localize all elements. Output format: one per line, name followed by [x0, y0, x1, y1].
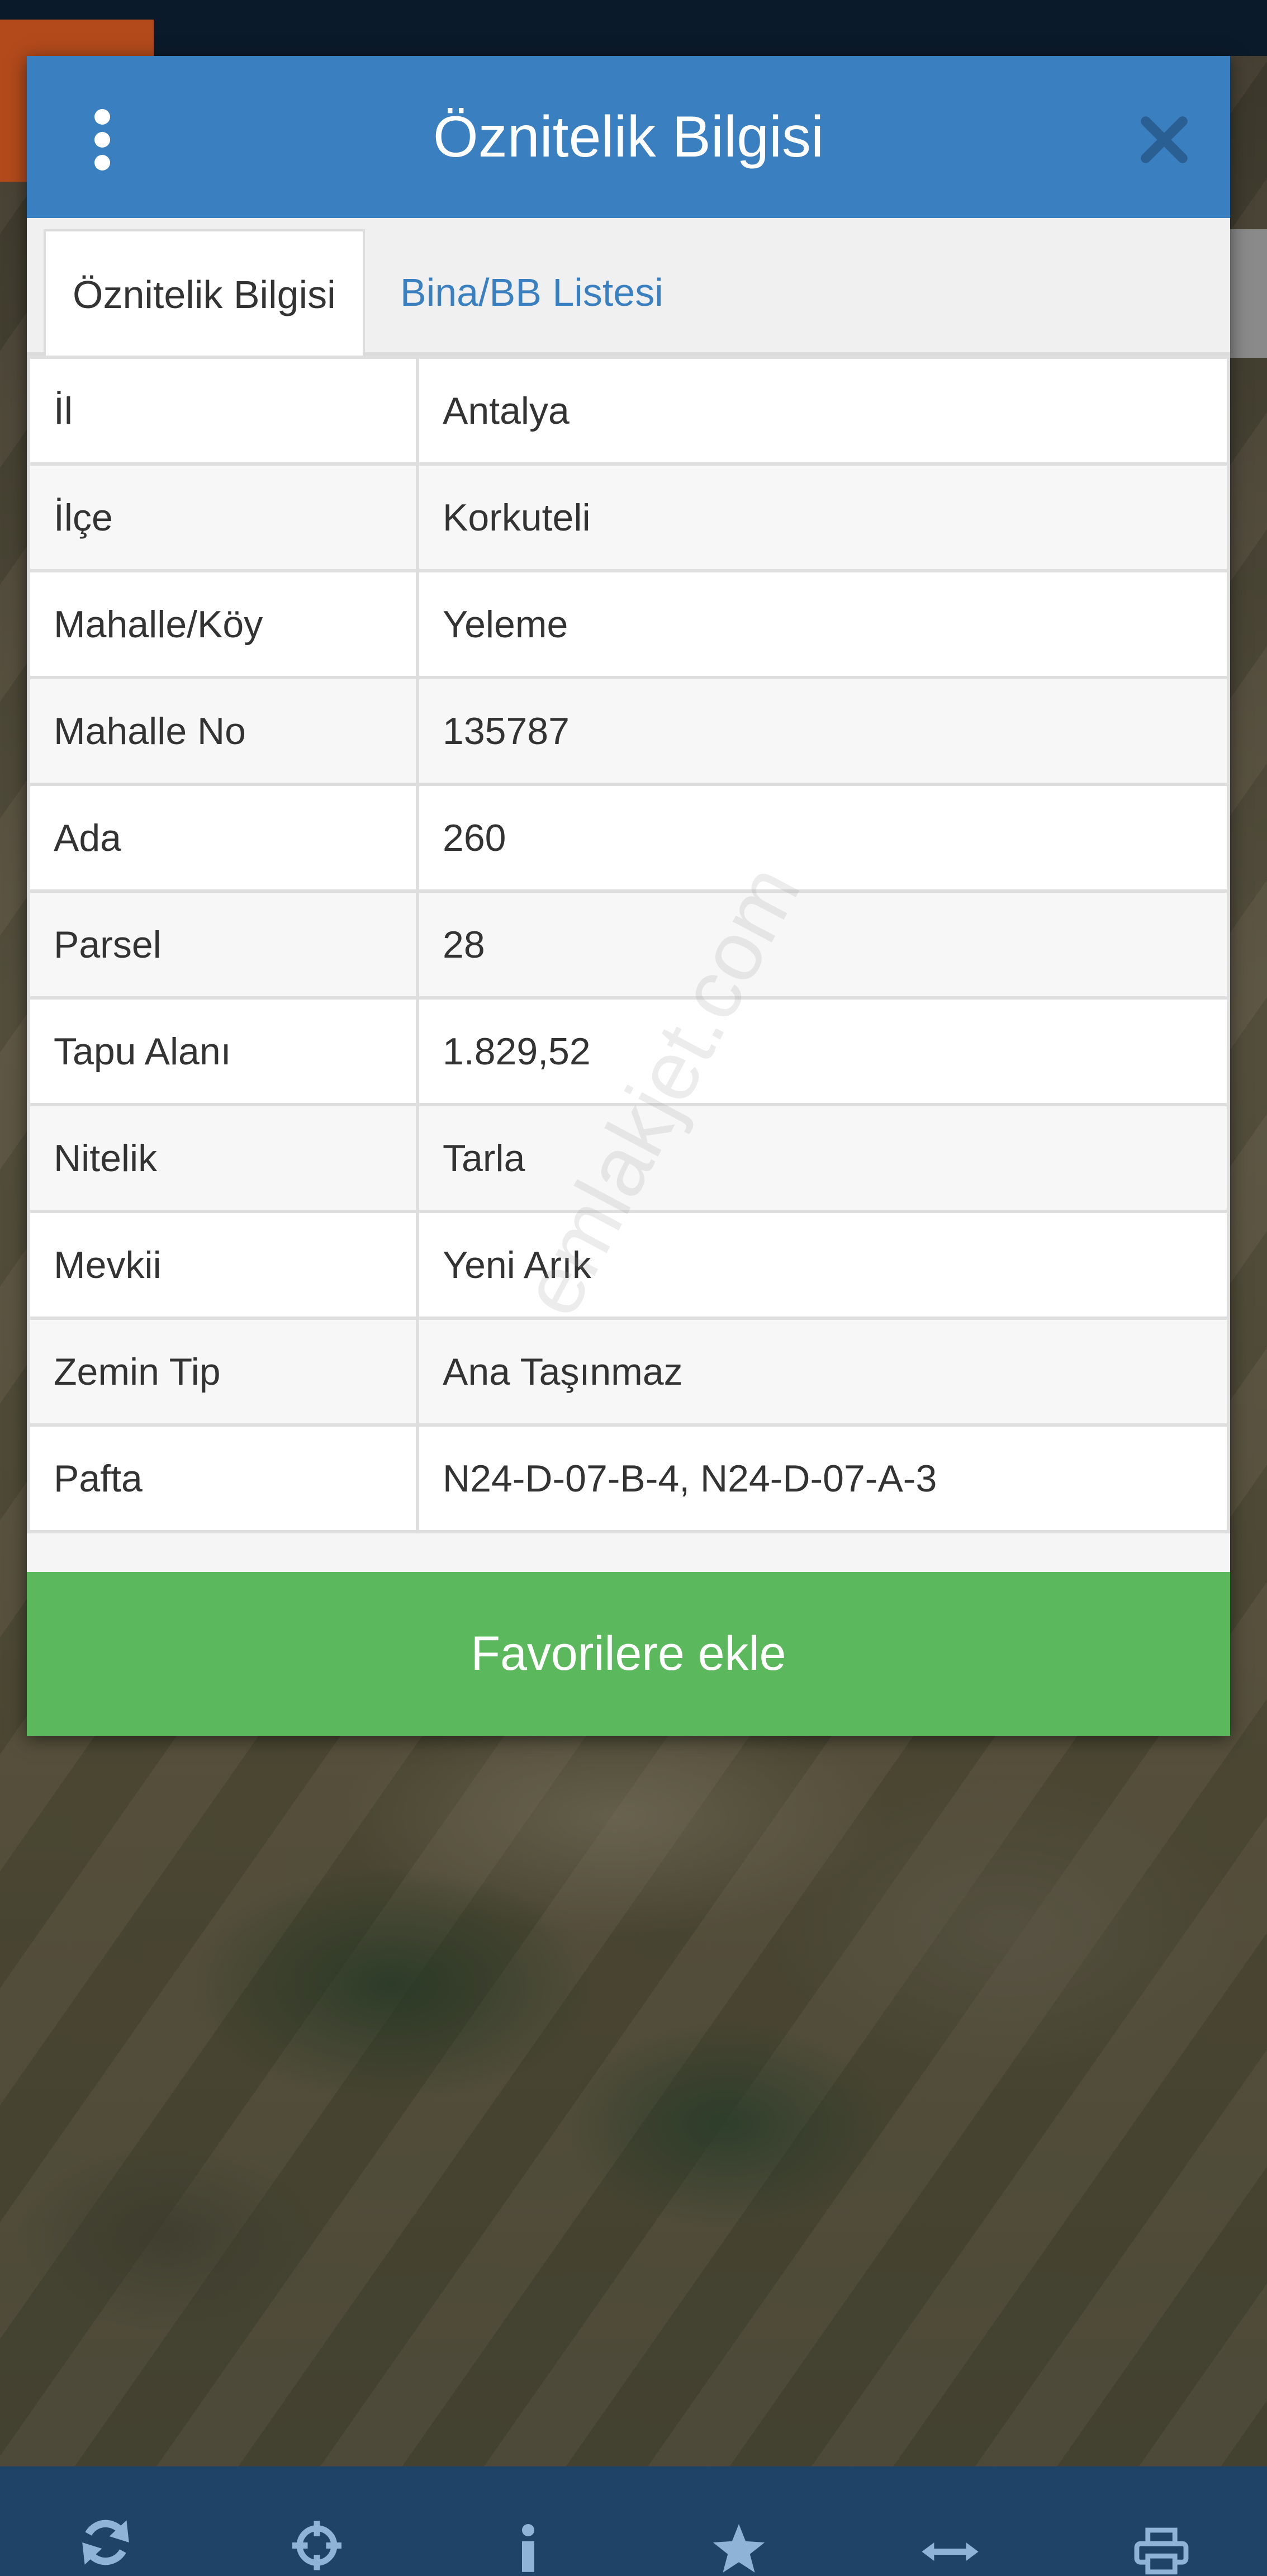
info-icon[interactable]	[492, 2492, 564, 2576]
top-status-bar	[0, 0, 1267, 56]
map-right-control[interactable]	[1228, 229, 1267, 358]
attribute-value: Yeleme	[416, 569, 1230, 679]
attribute-value: 260	[416, 783, 1230, 893]
attribute-key: Parsel	[27, 889, 419, 1000]
table-row: Ada 260	[27, 783, 1230, 893]
attribute-value: N24-D-07-B-4, N24-D-07-A-3	[416, 1423, 1230, 1533]
attribute-value: 28	[416, 889, 1230, 1000]
attribute-key: Pafta	[27, 1423, 419, 1533]
attribute-value: Ana Taşınmaz	[416, 1317, 1230, 1427]
locate-crosshair-icon[interactable]	[281, 2492, 353, 2576]
table-row: Zemin Tip Ana Taşınmaz	[27, 1317, 1230, 1427]
attribute-key: İl	[27, 356, 419, 466]
attribute-value: Tarla	[416, 1103, 1230, 1213]
attribute-key: Mahalle/Köy	[27, 569, 419, 679]
measure-arrows-icon[interactable]	[914, 2492, 986, 2576]
dialog-header: Öznitelik Bilgisi	[27, 56, 1230, 218]
attribute-key: Mahalle No	[27, 676, 419, 786]
attribute-info-dialog: Öznitelik Bilgisi Öznitelik Bilgisi Bina…	[27, 56, 1230, 1736]
attribute-key: Mevkii	[27, 1210, 419, 1320]
table-row: Parsel 28	[27, 889, 1230, 1000]
attribute-value: Yeni Arık	[416, 1210, 1230, 1320]
attribute-key: Tapu Alanı	[27, 996, 419, 1106]
table-row: İlçe Korkuteli	[27, 462, 1230, 572]
print-icon[interactable]	[1125, 2492, 1198, 2576]
attribute-key: Zemin Tip	[27, 1317, 419, 1427]
table-row: İl Antalya	[27, 356, 1230, 466]
tab-bar: Öznitelik Bilgisi Bina/BB Listesi	[27, 218, 1230, 356]
tab-building-list[interactable]: Bina/BB Listesi	[373, 229, 690, 356]
close-icon[interactable]	[1133, 109, 1195, 171]
attribute-key: İlçe	[27, 462, 419, 572]
add-to-favorites-button[interactable]: Favorilere ekle	[27, 1572, 1230, 1736]
attribute-value: Korkuteli	[416, 462, 1230, 572]
attribute-key: Nitelik	[27, 1103, 419, 1213]
table-row: Mahalle/Köy Yeleme	[27, 569, 1230, 679]
attribute-table: İl Antalya İlçe Korkuteli Mahalle/Köy Ye…	[27, 356, 1230, 1533]
bottom-toolbar	[0, 2466, 1267, 2576]
kebab-menu-icon[interactable]	[86, 109, 119, 171]
attribute-value: 135787	[416, 676, 1230, 786]
dialog-title: Öznitelik Bilgisi	[433, 105, 824, 169]
attribute-key: Ada	[27, 783, 419, 893]
attribute-value: 1.829,52	[416, 996, 1230, 1106]
table-row: Pafta N24-D-07-B-4, N24-D-07-A-3	[27, 1423, 1230, 1533]
star-icon[interactable]	[703, 2492, 775, 2576]
table-row: Mevkii Yeni Arık	[27, 1210, 1230, 1320]
table-row: Mahalle No 135787	[27, 676, 1230, 786]
refresh-icon[interactable]	[69, 2492, 142, 2576]
table-row: Nitelik Tarla	[27, 1103, 1230, 1213]
attribute-value: Antalya	[416, 356, 1230, 466]
table-row: Tapu Alanı 1.829,52	[27, 996, 1230, 1106]
tab-attribute-info[interactable]: Öznitelik Bilgisi	[44, 229, 365, 356]
